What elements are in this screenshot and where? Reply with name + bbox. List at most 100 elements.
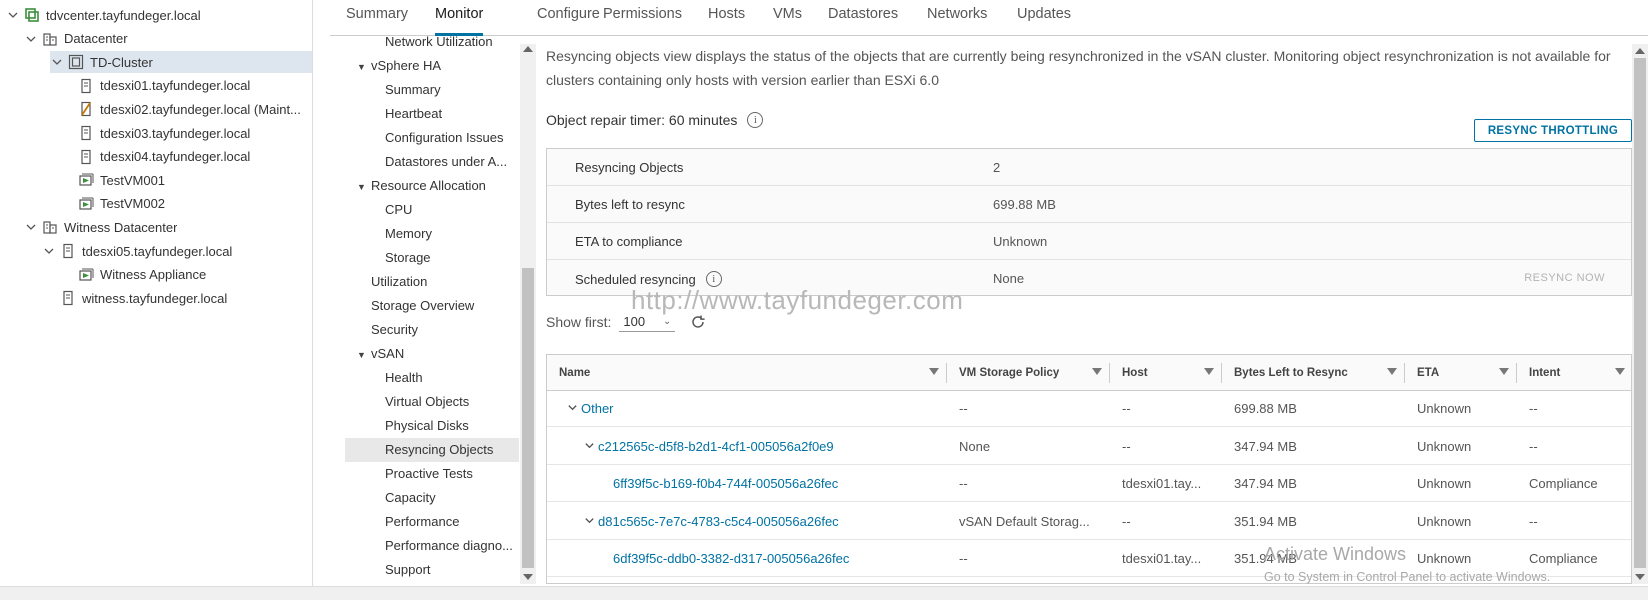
nav-item[interactable]: ▼ vSphere HA — [345, 54, 519, 78]
nav-item[interactable]: ▼ Resource Allocation — [345, 174, 519, 198]
tree-node[interactable]: Witness Datacenter — [0, 216, 312, 238]
refresh-icon[interactable] — [689, 313, 707, 331]
scroll-down-arrow-icon[interactable] — [523, 574, 533, 580]
nav-item[interactable]: CPU — [345, 198, 519, 222]
nav-item[interactable]: Summary — [345, 78, 519, 102]
bottom-scrollbar[interactable] — [0, 586, 1648, 600]
tree-node[interactable]: tdesxi01.tayfundeger.local — [0, 75, 312, 97]
nav-item[interactable]: Performance — [345, 510, 519, 534]
table-row[interactable]: Other -- -- 699.88 MB Unknown -- — [547, 391, 1631, 427]
tree-node[interactable]: tdesxi02.tayfundeger.local (Maint... — [0, 98, 312, 120]
scroll-thumb[interactable] — [1634, 58, 1646, 568]
caret-down-icon[interactable]: ▼ — [357, 343, 369, 366]
filter-icon[interactable] — [1615, 368, 1625, 375]
object-link[interactable]: 6df39f5c-ddb0-3382-d317-005056a26fec — [613, 551, 849, 566]
tree-node[interactable]: TestVM002 — [0, 193, 312, 215]
tab-networks[interactable]: Networks — [927, 0, 987, 36]
nav-item[interactable]: Proactive Tests — [345, 462, 519, 486]
tab-summary[interactable]: Summary — [346, 0, 408, 36]
resync-now-button[interactable]: RESYNC NOW — [1524, 272, 1605, 284]
chevron-down-icon[interactable] — [6, 8, 20, 22]
column-header[interactable]: ETA — [1405, 355, 1517, 391]
tree-node[interactable]: TestVM001 — [0, 169, 312, 191]
nav-item[interactable]: Capacity — [345, 486, 519, 510]
column-header[interactable]: Host — [1110, 355, 1222, 391]
tree-node[interactable]: TD-Cluster — [50, 51, 312, 74]
nav-item[interactable]: Memory — [345, 222, 519, 246]
nav-item[interactable]: Network Utilization — [345, 36, 519, 54]
page-scrollbar[interactable] — [1632, 44, 1648, 584]
filter-icon[interactable] — [1204, 368, 1214, 375]
nav-item[interactable]: Performance diagno... — [345, 534, 519, 558]
chevron-down-icon[interactable] — [24, 32, 38, 46]
nav-item-label: Resource Allocation — [371, 178, 486, 193]
tab-configure[interactable]: Configure — [537, 0, 600, 36]
scroll-thumb[interactable] — [522, 268, 534, 568]
nav-item[interactable]: Virtual Objects — [345, 390, 519, 414]
chevron-down-icon[interactable] — [584, 430, 598, 465]
table-row[interactable]: d81c565c-7e7c-4783-c5c4-005056a26fec vSAN… — [547, 504, 1631, 540]
tree-node[interactable]: tdesxi05.tayfundeger.local — [0, 240, 312, 262]
nav-item[interactable]: Storage Overview — [345, 294, 519, 318]
table-row[interactable]: 6ff39f5c-b169-f0b4-744f-005056a26fec -- td… — [547, 466, 1631, 502]
object-link[interactable]: Other — [581, 401, 614, 416]
nav-item[interactable]: Heartbeat — [345, 102, 519, 126]
nav-item[interactable]: Health — [345, 366, 519, 390]
filter-icon[interactable] — [1387, 368, 1397, 375]
tree-node[interactable]: Datacenter — [0, 28, 312, 50]
object-link[interactable]: 6ff39f5c-b169-f0b4-744f-005056a26fec — [613, 476, 838, 491]
show-first-value: 100 — [623, 314, 646, 329]
column-header-label: Name — [559, 367, 591, 379]
nav-item[interactable]: Datastores under A... — [345, 150, 519, 174]
tree-node[interactable]: witness.tayfundeger.local — [0, 287, 312, 309]
table-row[interactable]: c212565c-d5f8-b2d1-4cf1-005056a2f0e9 None… — [547, 429, 1631, 465]
nav-item-label: Datastores under A... — [385, 154, 508, 169]
nav-item[interactable]: Support — [345, 558, 519, 582]
tab-permissions[interactable]: Permissions — [603, 0, 682, 36]
chevron-down-icon[interactable] — [567, 392, 581, 427]
chevron-down-icon[interactable] — [50, 55, 64, 69]
nav-item[interactable]: Physical Disks — [345, 414, 519, 438]
scroll-up-arrow-icon[interactable] — [1635, 48, 1645, 54]
cell-host: -- — [1122, 401, 1131, 416]
tree-node[interactable]: Witness Appliance — [0, 264, 312, 286]
tab-updates[interactable]: Updates — [1017, 0, 1071, 36]
column-header[interactable]: Intent — [1517, 355, 1631, 391]
filter-icon[interactable] — [1092, 368, 1102, 375]
tree-node[interactable]: tdesxi04.tayfundeger.local — [0, 146, 312, 168]
cell-host: tdesxi01.tay... — [1122, 476, 1202, 491]
resync-throttling-button[interactable]: RESYNC THROTTLING — [1474, 119, 1632, 142]
tab-vms[interactable]: VMs — [773, 0, 802, 36]
filter-icon[interactable] — [1499, 368, 1509, 375]
tab-monitor[interactable]: Monitor — [435, 0, 484, 36]
tree-node[interactable]: tdvcenter.tayfundeger.local — [0, 4, 312, 26]
nav-item[interactable]: Configuration Issues — [345, 126, 519, 150]
nav-item[interactable]: Resyncing Objects — [345, 438, 519, 462]
info-icon[interactable]: i — [747, 112, 764, 128]
nav-item[interactable]: Security — [345, 318, 519, 342]
vm-running-icon — [78, 196, 94, 212]
scroll-up-arrow-icon[interactable] — [523, 46, 533, 52]
chevron-down-icon[interactable] — [24, 220, 38, 234]
caret-down-icon[interactable]: ▼ — [357, 175, 369, 198]
nav-item[interactable]: Storage — [345, 246, 519, 270]
filter-icon[interactable] — [929, 368, 939, 375]
summary-key: Bytes left to resync — [575, 197, 685, 212]
object-link[interactable]: d81c565c-7e7c-4783-c5c4-005056a26fec — [598, 514, 839, 529]
nav-scrollbar[interactable] — [520, 44, 536, 584]
tab-datastores[interactable]: Datastores — [828, 0, 898, 36]
tab-hosts[interactable]: Hosts — [708, 0, 745, 36]
scroll-down-arrow-icon[interactable] — [1635, 574, 1645, 580]
nav-item[interactable]: ▼ vSAN — [345, 342, 519, 366]
object-link[interactable]: c212565c-d5f8-b2d1-4cf1-005056a2f0e9 — [598, 439, 834, 454]
tree-node[interactable]: tdesxi03.tayfundeger.local — [0, 122, 312, 144]
column-header[interactable]: Bytes Left to Resync — [1222, 355, 1405, 391]
summary-key-label: ETA to compliance — [575, 234, 683, 249]
column-header[interactable]: Name — [547, 355, 947, 391]
nav-item[interactable]: Utilization — [345, 270, 519, 294]
chevron-down-icon[interactable] — [584, 505, 598, 540]
chevron-down-icon[interactable] — [42, 244, 56, 258]
caret-down-icon[interactable]: ▼ — [357, 55, 369, 78]
show-first-select[interactable]: 100 ⌄ — [619, 312, 676, 332]
column-header[interactable]: VM Storage Policy — [947, 355, 1110, 391]
